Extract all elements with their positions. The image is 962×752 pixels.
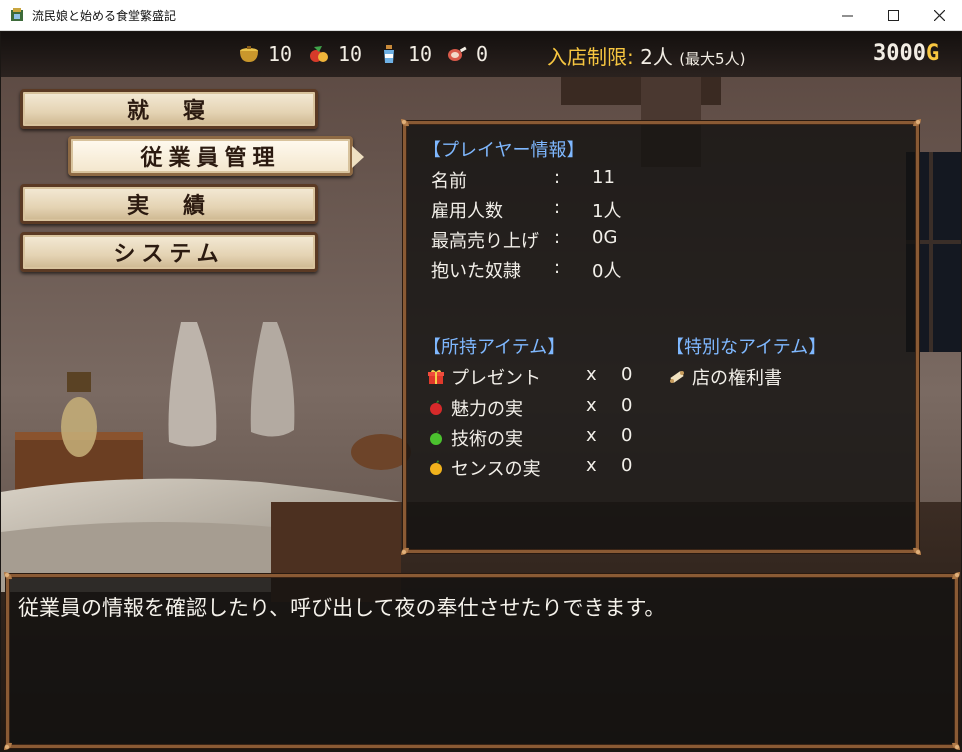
menu-sleep-button[interactable]: 就 寝	[20, 89, 318, 129]
menu-achievements-button[interactable]: 実 績	[20, 184, 318, 224]
meat-icon	[448, 46, 467, 61]
item-x: x	[586, 455, 597, 476]
store-limit-label: 入店制限:	[547, 45, 634, 69]
pot-icon	[240, 46, 258, 62]
menu-sleep-label: 就 寝	[126, 98, 211, 124]
vegetables-icon	[310, 46, 328, 62]
menu-staff-management-label: 従業員管理	[140, 145, 281, 171]
stat-employees-label: 雇用人数	[431, 201, 503, 222]
close-icon	[933, 9, 945, 21]
item-name: センスの実	[451, 459, 541, 480]
game-screen: 10 10 10 0 入店制限: 2人 (最大5人) 3000G 就 寝 従業員…	[1, 32, 961, 751]
hud-vegetables-value: 10	[338, 42, 363, 66]
resource-hud: 10 10 10 0 入店制限: 2人 (最大5人) 3000G	[1, 32, 961, 77]
special-items-heading: 【特別なアイテム】	[666, 337, 827, 358]
item-x: x	[586, 425, 597, 446]
ornament-corner-icon	[401, 119, 409, 127]
menu-achievements-label: 実 績	[126, 193, 211, 219]
item-x: x	[586, 364, 597, 385]
ornament-corner-icon	[401, 547, 409, 555]
menu-system-label: システム	[113, 241, 225, 267]
item-count: 0	[621, 395, 633, 416]
green-fruit-icon	[430, 430, 442, 445]
scroll-icon	[670, 371, 684, 383]
store-limit-max: (最大5人)	[679, 50, 746, 68]
red-fruit-icon	[430, 400, 442, 415]
stat-employees-sep: :	[554, 197, 561, 218]
app-icon	[11, 8, 23, 21]
store-limit: 入店制限: 2人 (最大5人)	[547, 41, 745, 70]
special-item-name: 店の権利書	[692, 368, 782, 389]
present-icon	[428, 370, 444, 384]
item-row-present: プレゼント	[427, 364, 541, 390]
stat-name-sep: :	[554, 167, 561, 188]
ornament-corner-icon	[4, 742, 12, 750]
owned-items-heading: 【所持アイテム】	[423, 337, 566, 358]
menu-staff-management-button[interactable]: 従業員管理	[68, 136, 364, 176]
item-name: 技術の実	[451, 429, 523, 450]
window-titlebar: 流民娘と始める食堂繁盛記	[0, 0, 962, 31]
item-count: 0	[621, 364, 633, 385]
maximize-icon	[887, 9, 899, 21]
close-button[interactable]	[916, 0, 962, 31]
stat-best-sales-value: 0G	[592, 227, 618, 248]
item-name: 魅力の実	[451, 399, 523, 420]
hud-meat-value: 0	[476, 42, 489, 66]
gold-display: 3000G	[873, 41, 939, 66]
stat-name-label: 名前	[431, 171, 467, 192]
hud-seasoning-value: 10	[408, 42, 433, 66]
item-count: 0	[621, 425, 633, 446]
stat-slaves-value: 0人	[592, 261, 622, 282]
item-row-skill-fruit: 技術の実	[427, 425, 523, 451]
stat-name-value: 11	[592, 167, 615, 188]
item-count: 0	[621, 455, 633, 476]
item-row-charm-fruit: 魅力の実	[427, 395, 523, 421]
item-row-sense-fruit: センスの実	[427, 455, 541, 481]
gold-unit: G	[925, 41, 940, 66]
stat-best-sales-label: 最高売り上げ	[431, 231, 539, 252]
hud-pot-value: 10	[268, 42, 293, 66]
ornament-corner-icon	[4, 572, 12, 580]
hud-seasoning: 10	[378, 42, 432, 66]
ornament-corner-icon	[952, 572, 960, 580]
menu-system-button[interactable]: システム	[20, 232, 318, 272]
maximize-button[interactable]	[870, 0, 916, 31]
yellow-fruit-icon	[430, 460, 442, 475]
ornament-corner-icon	[913, 547, 921, 555]
gold-value: 3000	[873, 41, 926, 66]
hud-pot: 10	[238, 42, 292, 66]
window-title: 流民娘と始める食堂繁盛記	[32, 8, 177, 23]
hud-meat: 0	[446, 42, 488, 66]
stat-slaves-label: 抱いた奴隷	[431, 261, 521, 282]
player-info-panel: 【プレイヤー情報】 名前 : 11 雇用人数 : 1人 最高売り上げ : 0G …	[401, 119, 921, 555]
minimize-icon	[841, 15, 853, 16]
ornament-corner-icon	[913, 119, 921, 127]
help-message: 従業員の情報を確認したり、呼び出して夜の奉仕させたりできます。	[18, 596, 666, 620]
stat-employees-value: 1人	[592, 201, 622, 222]
item-name: プレゼント	[451, 368, 541, 389]
item-x: x	[586, 395, 597, 416]
minimize-button[interactable]	[824, 0, 870, 31]
stat-best-sales-sep: :	[554, 227, 561, 248]
special-item-deed: 店の権利書	[668, 364, 782, 390]
ornament-corner-icon	[952, 742, 960, 750]
player-info-heading: 【プレイヤー情報】	[423, 140, 585, 161]
stat-slaves-sep: :	[554, 257, 561, 278]
seasoning-icon	[384, 45, 394, 63]
hud-vegetables: 10	[308, 42, 362, 66]
store-limit-value: 2人	[640, 45, 673, 69]
